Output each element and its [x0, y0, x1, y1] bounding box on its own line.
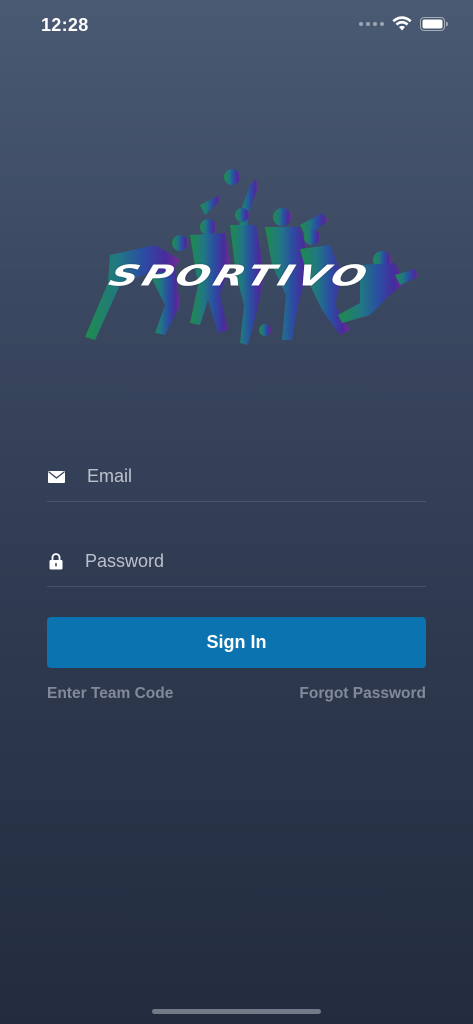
signal-dots-icon: [359, 21, 384, 26]
password-input[interactable]: [85, 551, 385, 572]
forgot-password-link[interactable]: Forgot Password: [299, 685, 426, 703]
status-time: 12:28: [41, 15, 89, 35]
envelope-icon: [47, 468, 65, 486]
battery-icon: [420, 16, 448, 31]
lock-icon: [47, 553, 65, 571]
status-bar: 12:28: [0, 0, 473, 52]
password-field[interactable]: [47, 537, 426, 587]
wifi-icon: [392, 16, 412, 31]
email-field[interactable]: [47, 452, 426, 502]
sign-in-button[interactable]: Sign In: [47, 617, 426, 668]
status-icons: [359, 16, 449, 31]
sportivo-logo: SPORTIVO: [60, 165, 420, 365]
enter-team-code-link[interactable]: Enter Team Code: [47, 685, 173, 703]
logo-wordmark: SPORTIVO: [104, 259, 376, 293]
email-input[interactable]: [87, 466, 387, 487]
home-indicator[interactable]: [152, 1009, 321, 1014]
